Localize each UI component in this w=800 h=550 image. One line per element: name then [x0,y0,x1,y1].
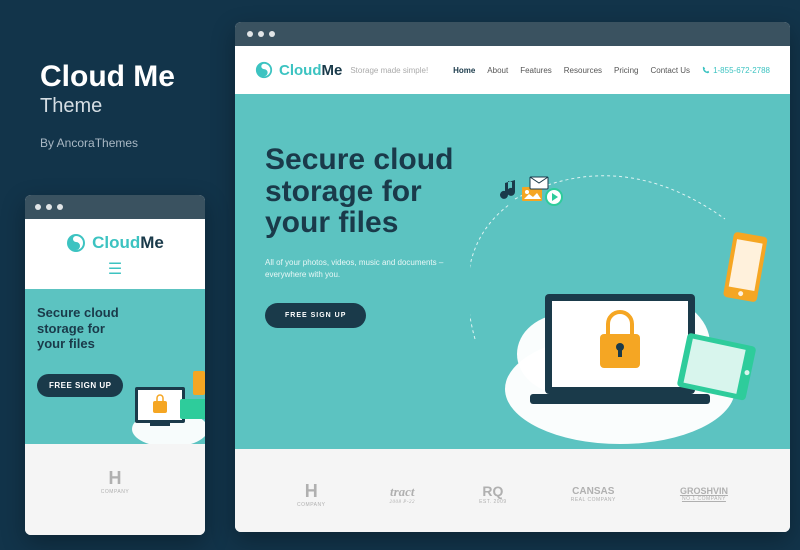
partner-logo-groshvin: GROSHVINNO.1 COMPANY [680,486,728,502]
mobile-hero-illustration [115,359,205,444]
desktop-hero: Secure cloud storage for your files All … [235,94,790,449]
tagline: Storage made simple! [350,66,428,75]
desktop-logo[interactable]: CloudMe [255,61,342,79]
mobile-preview: CloudMe ☰ Secure cloud storage for your … [25,195,205,535]
music-note-icon [500,180,515,199]
mobile-partners: H COMPANY [25,444,205,535]
partner-logo-cansas: CANSASREAL COMPANY [571,486,616,503]
desktop-titlebar [235,22,790,46]
mobile-header: CloudMe ☰ [25,219,205,289]
mobile-hero: Secure cloud storage for your files FREE… [25,289,205,444]
promo-subtitle: Theme [40,95,175,118]
hero-illustration [470,159,780,449]
nav-home[interactable]: Home [453,66,475,75]
partners-row: HCOMPANY tract2008 P-22 RQEST. 2009 CANS… [235,449,790,532]
mobile-logo[interactable]: CloudMe [25,233,205,253]
cloud-logo-icon [255,61,273,79]
window-dot [247,31,253,37]
partner-logo-h: H COMPANY [101,468,129,495]
nav-pricing[interactable]: Pricing [614,66,638,75]
partner-logo-rq: RQEST. 2009 [479,483,507,505]
partner-logo-h: HCOMPANY [297,481,325,508]
desktop-header: CloudMe Storage made simple! Home About … [235,46,790,94]
nav-contact[interactable]: Contact Us [650,66,690,75]
mobile-hero-title: Secure cloud storage for your files [37,305,205,352]
window-dot [35,204,41,210]
window-dot [269,31,275,37]
signup-button[interactable]: FREE SIGN UP [265,303,366,328]
partner-logo-tract: tract2008 P-22 [390,484,415,505]
promo-author: By AncoraThemes [40,136,175,150]
window-dot [258,31,264,37]
hamburger-icon[interactable]: ☰ [25,259,205,279]
desktop-preview: CloudMe Storage made simple! Home About … [235,22,790,532]
cloud-logo-icon [66,233,86,253]
header-phone[interactable]: 1-855-672-2788 [702,66,770,75]
nav-resources[interactable]: Resources [564,66,602,75]
logo-text: CloudMe [92,233,164,253]
nav-features[interactable]: Features [520,66,552,75]
logo-text: CloudMe [279,62,342,79]
mobile-signup-button[interactable]: FREE SIGN UP [37,374,123,397]
promo-title: Cloud Me [40,60,175,93]
window-dot [57,204,63,210]
mobile-titlebar [25,195,205,219]
promo-block: Cloud Me Theme By AncoraThemes [40,60,175,150]
phone-icon [702,66,710,74]
main-nav: Home About Features Resources Pricing Co… [453,66,770,75]
nav-about[interactable]: About [487,66,508,75]
window-dot [46,204,52,210]
